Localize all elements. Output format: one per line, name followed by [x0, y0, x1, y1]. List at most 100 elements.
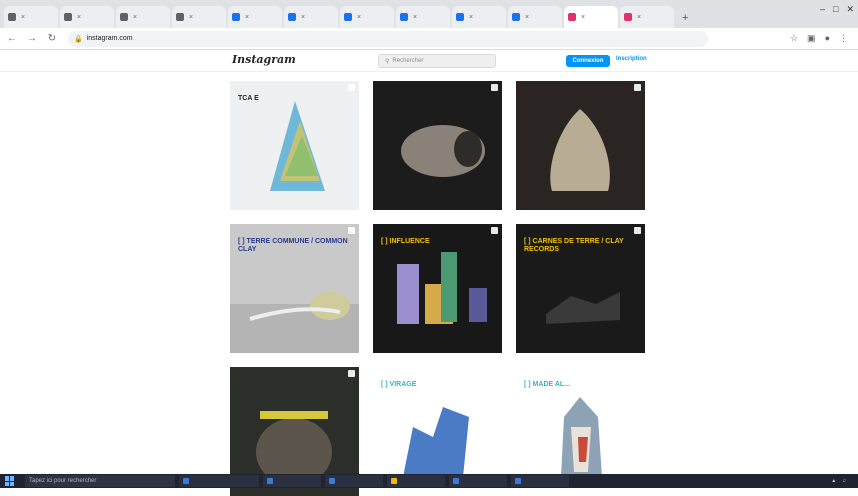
taskbar-search-input[interactable]: Tapez ici pour rechercher — [25, 475, 175, 487]
browser-tab[interactable]: × — [396, 6, 450, 28]
tab-close-icon[interactable]: × — [357, 14, 361, 21]
tab-favicon-icon — [512, 13, 520, 21]
app-icon — [183, 478, 189, 484]
url-host: instagram.com — [86, 35, 133, 42]
tab-close-icon[interactable]: × — [245, 14, 249, 21]
browser-tab[interactable]: × — [508, 6, 562, 28]
extension-icon[interactable]: ▣ — [807, 33, 816, 44]
search-placeholder: Rechercher — [392, 58, 424, 64]
browser-tab[interactable]: × — [60, 6, 114, 28]
tab-favicon-icon — [64, 13, 72, 21]
app-icon — [391, 478, 397, 484]
tab-favicon-icon — [232, 13, 240, 21]
toolbar-icons: ☆ ▣ ● ⋮ — [790, 33, 848, 44]
post-tile[interactable]: [ ] TERRE COMMUNE / COMMON CLAY — [230, 224, 359, 353]
instagram-header: Instagram ⚲ Rechercher Connexion Inscrip… — [0, 50, 858, 72]
browser-tab-strip: × × × × × × × × × × × × + – □ ✕ — [0, 0, 858, 28]
tab-favicon-icon — [344, 13, 352, 21]
tab-list: × × × × × × × × × × × × — [4, 6, 676, 28]
app-icon — [453, 478, 459, 484]
post-title: [ ] TERRE COMMUNE / COMMON CLAY — [238, 238, 348, 253]
system-tray: ▲ ♫ — [831, 478, 852, 484]
minimize-icon[interactable]: – — [820, 4, 825, 15]
carousel-icon — [348, 370, 355, 377]
carousel-icon — [634, 227, 641, 234]
maximize-icon[interactable]: □ — [833, 4, 838, 15]
login-button[interactable]: Connexion — [566, 55, 610, 67]
app-icon — [515, 478, 521, 484]
browser-tab[interactable]: × — [172, 6, 226, 28]
tab-close-icon[interactable]: × — [301, 14, 305, 21]
window-controls: – □ ✕ — [820, 4, 854, 15]
post-title: [ ] CARNES DE TERRE / CLAY RECORDS — [524, 238, 624, 253]
network-icon[interactable]: ▲ — [831, 478, 836, 484]
tab-close-icon[interactable]: × — [189, 14, 193, 21]
tab-close-icon[interactable]: × — [637, 14, 641, 21]
tab-close-icon[interactable]: × — [77, 14, 81, 21]
tab-favicon-icon — [120, 13, 128, 21]
browser-tab[interactable]: × — [228, 6, 282, 28]
taskbar-search-placeholder: Tapez ici pour rechercher — [29, 478, 97, 484]
taskbar: Tapez ici pour rechercher ▲ ♫ — [0, 474, 858, 488]
carousel-icon — [348, 84, 355, 91]
carousel-icon — [634, 370, 641, 377]
carousel-icon — [634, 84, 641, 91]
close-icon[interactable]: ✕ — [846, 4, 854, 15]
reload-icon[interactable]: ↻ — [44, 31, 60, 47]
browser-tab[interactable]: × — [564, 6, 618, 28]
lock-icon: 🔒 — [74, 35, 83, 43]
carousel-icon — [348, 227, 355, 234]
post-title: [ ] VIRAGE — [381, 381, 417, 388]
post-tile[interactable]: [ ] CARNES DE TERRE / CLAY RECORDS — [516, 224, 645, 353]
taskbar-app[interactable] — [511, 475, 569, 487]
post-title: [ ] MADE AL... — [524, 381, 571, 388]
taskbar-app[interactable] — [387, 475, 445, 487]
menu-icon[interactable]: ⋮ — [839, 33, 848, 44]
back-icon[interactable]: ← — [4, 31, 20, 47]
tab-favicon-icon — [400, 13, 408, 21]
star-icon[interactable]: ☆ — [790, 33, 798, 44]
carousel-icon — [491, 370, 498, 377]
signup-link[interactable]: Inscription — [616, 56, 647, 62]
tab-close-icon[interactable]: × — [413, 14, 417, 21]
tab-close-icon[interactable]: × — [581, 14, 585, 21]
tab-close-icon[interactable]: × — [469, 14, 473, 21]
taskbar-app[interactable] — [325, 475, 383, 487]
taskbar-app[interactable] — [179, 475, 259, 487]
browser-tab[interactable]: × — [452, 6, 506, 28]
post-image — [401, 125, 485, 177]
tab-favicon-icon — [288, 13, 296, 21]
new-tab-button[interactable]: + — [676, 12, 694, 28]
browser-tab[interactable]: × — [620, 6, 674, 28]
tab-favicon-icon — [8, 13, 16, 21]
browser-tab[interactable]: × — [340, 6, 394, 28]
taskbar-apps — [175, 475, 569, 487]
instagram-logo[interactable]: Instagram — [232, 53, 296, 66]
post-tile[interactable] — [516, 81, 645, 210]
browser-tab[interactable]: × — [4, 6, 58, 28]
windows-start-icon[interactable] — [5, 476, 15, 486]
address-bar[interactable]: 🔒 instagram.com — [68, 30, 708, 47]
search-input[interactable]: ⚲ Rechercher — [378, 54, 496, 68]
post-tile[interactable] — [373, 81, 502, 210]
post-tile[interactable]: TCA E — [230, 81, 359, 210]
post-tile[interactable]: [ ] INFLUENCE — [373, 224, 502, 353]
profile-icon[interactable]: ● — [825, 33, 830, 44]
tab-favicon-icon — [456, 13, 464, 21]
browser-tab[interactable]: × — [284, 6, 338, 28]
volume-icon[interactable]: ♫ — [842, 478, 846, 484]
tab-close-icon[interactable]: × — [133, 14, 137, 21]
tab-close-icon[interactable]: × — [525, 14, 529, 21]
forward-icon[interactable]: → — [24, 31, 40, 47]
tab-favicon-icon — [176, 13, 184, 21]
post-title: [ ] INFLUENCE — [381, 238, 430, 245]
tab-close-icon[interactable]: × — [21, 14, 25, 21]
taskbar-app[interactable] — [449, 475, 507, 487]
search-icon: ⚲ — [385, 58, 390, 65]
taskbar-app[interactable] — [263, 475, 321, 487]
browser-toolbar: ← → ↻ 🔒 instagram.com ☆ ▣ ● ⋮ — [0, 28, 858, 50]
post-title: TCA E — [238, 95, 259, 102]
browser-tab[interactable]: × — [116, 6, 170, 28]
carousel-icon — [491, 227, 498, 234]
app-icon — [329, 478, 335, 484]
